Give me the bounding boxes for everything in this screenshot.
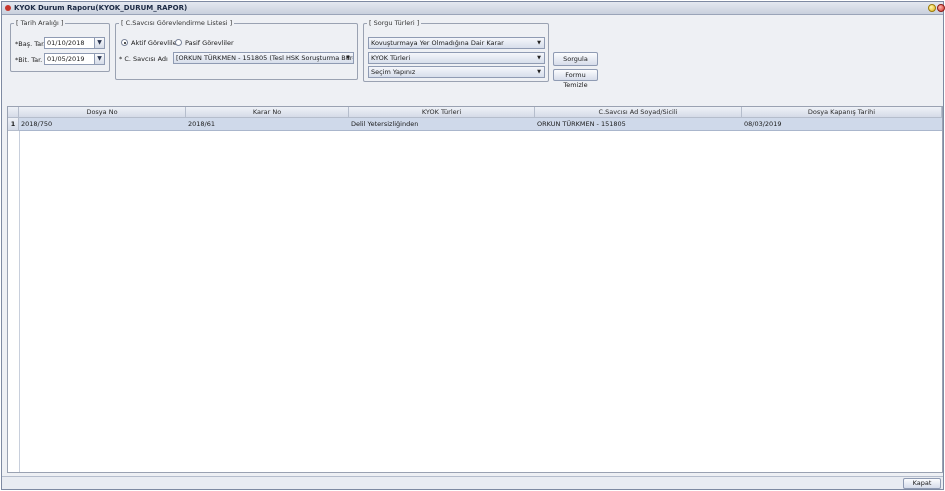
- calendar-dropdown-icon[interactable]: ▼: [94, 54, 104, 64]
- end-date-label: *Bit. Tar.: [15, 56, 43, 64]
- table-cell: ORKUN TÜRKMEN - 151805: [537, 120, 626, 128]
- column-header-dosya-no[interactable]: Dosya No: [19, 107, 186, 118]
- column-header-savci[interactable]: C.Savcısı Ad Soyad/Sicili: [535, 107, 742, 118]
- query-types-legend: [ Sorgu Türleri ]: [369, 19, 420, 27]
- report-window: KYOK Durum Raporu(KYOK_DURUM_RAPOR) [ Ta…: [1, 1, 945, 490]
- chevron-down-icon: ▼: [537, 40, 541, 46]
- start-date-field[interactable]: 01/10/2018 ▼: [44, 37, 105, 49]
- chevron-down-icon: ▼: [346, 55, 350, 61]
- query-type-2-value: KYOK Türleri: [371, 54, 411, 62]
- row-number[interactable]: 1: [8, 118, 19, 131]
- query-type-select-1[interactable]: Kovuşturmaya Yer Olmadığına Dair Karar ▼: [368, 37, 545, 49]
- passive-radio[interactable]: [175, 39, 182, 46]
- table-cell: 2018/61: [188, 120, 216, 128]
- table-cell: Delil Yetersizliğinden: [351, 120, 419, 128]
- app-icon: [5, 5, 11, 11]
- active-radio-label: Aktif Görevliler: [131, 39, 180, 47]
- passive-radio-label: Pasif Görevliler: [185, 39, 234, 47]
- close-window-button[interactable]: [937, 4, 945, 12]
- query-type-select-2[interactable]: KYOK Türleri ▼: [368, 52, 545, 64]
- chevron-down-icon: ▼: [537, 55, 541, 61]
- query-button[interactable]: Sorgula: [553, 52, 598, 66]
- active-radio[interactable]: [121, 39, 128, 46]
- window-title: KYOK Durum Raporu(KYOK_DURUM_RAPOR): [14, 4, 188, 12]
- query-type-select-3[interactable]: Seçim Yapınız ▼: [368, 66, 545, 78]
- query-type-1-value: Kovuşturmaya Yer Olmadığına Dair Karar: [371, 39, 504, 47]
- title-bar: KYOK Durum Raporu(KYOK_DURUM_RAPOR): [2, 2, 945, 15]
- table-corner: [8, 107, 19, 118]
- row-header-divider: [19, 131, 20, 472]
- prosecutor-legend: [ C.Savcısı Görevlendirme Listesi ]: [121, 19, 233, 27]
- end-date-value: 01/05/2019: [47, 55, 85, 63]
- results-table: Dosya No Karar No KYOK Türleri C.Savcısı…: [7, 106, 943, 473]
- table-cell: 2018/750: [21, 120, 53, 128]
- prosecutor-name-select[interactable]: [ORKUN TÜRKMEN - 151805 (Tesl HSK Soruşt…: [173, 52, 354, 64]
- prosecutor-group: [ C.Savcısı Görevlendirme Listesi ]: [115, 20, 358, 80]
- start-date-label: *Baş. Tar.: [15, 40, 46, 48]
- end-date-field[interactable]: 01/05/2019 ▼: [44, 53, 105, 65]
- chevron-down-icon: ▼: [537, 69, 541, 75]
- calendar-dropdown-icon[interactable]: ▼: [94, 38, 104, 48]
- start-date-value: 01/10/2018: [47, 39, 85, 47]
- column-header-kyok-turleri[interactable]: KYOK Türleri: [349, 107, 535, 118]
- clear-form-button[interactable]: Formu Temizle: [553, 69, 598, 89]
- prosecutor-name-value: [ORKUN TÜRKMEN - 151805 (Tesl HSK Soruşt…: [176, 54, 354, 62]
- column-header-kapanis-tarihi[interactable]: Dosya Kapanış Tarihi: [742, 107, 942, 118]
- close-button[interactable]: Kapat: [903, 478, 941, 489]
- table-cell: 08/03/2019: [744, 120, 782, 128]
- prosecutor-name-label: * C. Savcısı Adı: [119, 55, 168, 63]
- minimize-button[interactable]: [928, 4, 936, 12]
- date-range-legend: [ Tarih Aralığı ]: [16, 19, 64, 27]
- query-type-3-value: Seçim Yapınız: [371, 68, 416, 76]
- footer-bar: Kapat: [2, 476, 943, 489]
- column-header-karar-no[interactable]: Karar No: [186, 107, 349, 118]
